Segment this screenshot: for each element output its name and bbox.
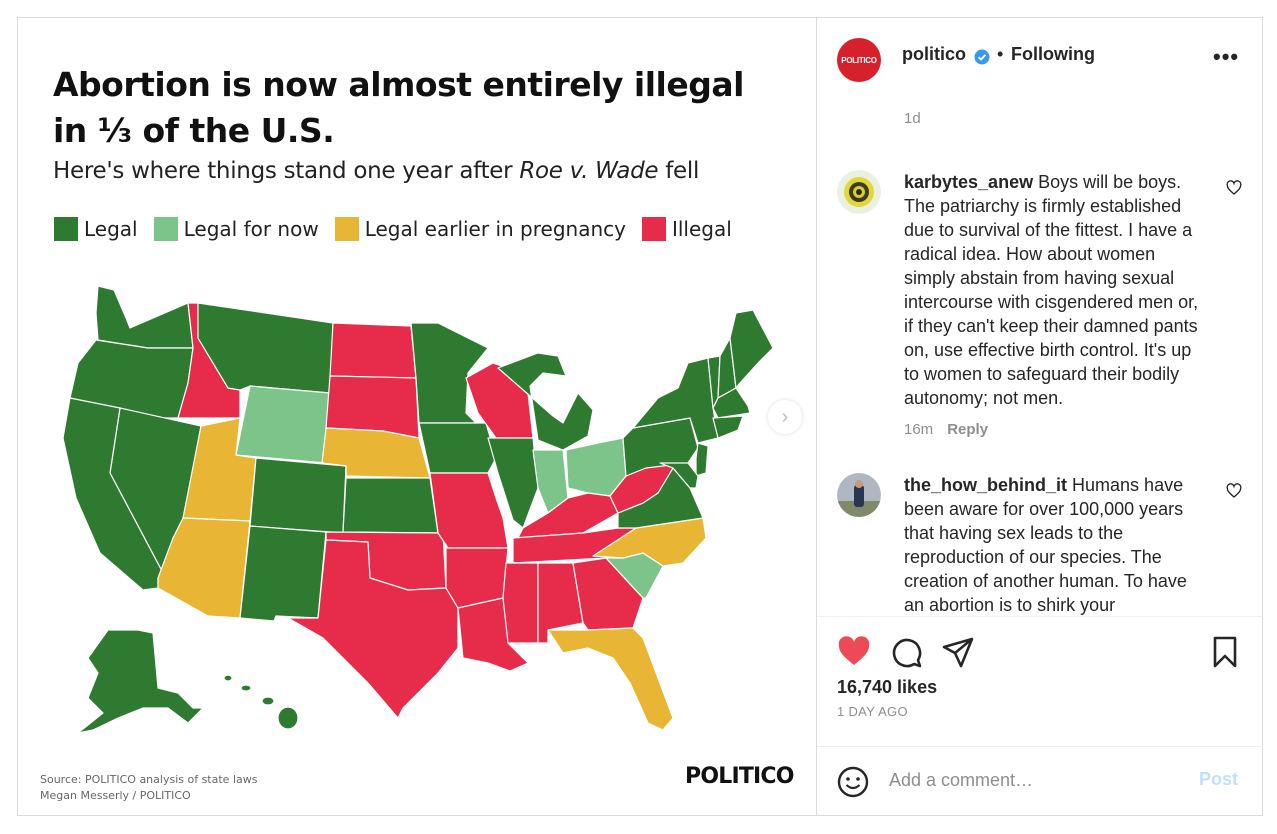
byline: Megan Messerly / POLITICO	[40, 789, 191, 802]
post-header: POLITICO politico • Following •••	[817, 18, 1263, 98]
post-comment-button[interactable]: Post	[1199, 769, 1238, 790]
verified-badge-icon	[974, 49, 990, 65]
state-hawaii-big-island	[277, 706, 299, 730]
state-new-jersey	[695, 442, 709, 477]
emoji-smile-icon[interactable]	[837, 766, 869, 798]
state-north-dakota	[329, 322, 417, 379]
like-count[interactable]: 16,740 likes	[837, 677, 937, 698]
state-missouri	[429, 472, 509, 549]
avatar[interactable]	[837, 170, 881, 214]
comment-bubble-icon[interactable]	[889, 635, 923, 669]
politico-logo: POLITICO	[685, 764, 794, 789]
comment-text: Boys will be boys. The patriarchy is fir…	[904, 172, 1199, 408]
avatar-text: POLITICO	[841, 55, 877, 65]
commenter-avatar-image	[837, 170, 881, 214]
state-connecticut	[712, 415, 744, 439]
add-comment-bar: Post	[817, 746, 1263, 815]
source-line: Source: POLITICO analysis of state laws	[40, 773, 258, 786]
graphic-source: Source: POLITICO analysis of state laws …	[40, 772, 257, 804]
state-hawaii-maui	[261, 696, 275, 706]
commenter-avatar-image	[837, 473, 881, 517]
like-heart-icon[interactable]	[837, 635, 871, 669]
post-timestamp: 1 DAY AGO	[837, 704, 908, 719]
comment-meta: 16m Reply	[904, 418, 1204, 442]
post-actions: 16,740 likes 1 DAY AGO	[817, 616, 1263, 746]
comment-body: karbytes_anew Boys will be boys. The pat…	[904, 170, 1204, 442]
post-image[interactable]: Abortion is now almost entirely illegal …	[18, 18, 816, 815]
share-send-icon[interactable]	[941, 635, 975, 669]
comments-list[interactable]: 1d karbytes_anew Boys will be boys. The …	[817, 98, 1263, 616]
comment-time: 16m	[904, 421, 934, 438]
comment-like-heart-icon[interactable]	[1226, 180, 1242, 196]
state-hawaii-kauai	[223, 674, 233, 682]
state-alaska	[77, 629, 204, 734]
post-age-short: 1d	[904, 110, 921, 127]
comment-username[interactable]: karbytes_anew	[904, 172, 1033, 192]
following-button[interactable]: Following	[1011, 44, 1095, 65]
post-sidebar: POLITICO politico • Following ••• 1d kar…	[816, 18, 1263, 815]
avatar[interactable]: POLITICO	[837, 38, 881, 82]
comment-like-heart-icon[interactable]	[1226, 483, 1242, 499]
comment-body: the_how_behind_it Humans have been aware…	[904, 473, 1204, 616]
bookmark-icon[interactable]	[1208, 635, 1242, 669]
chevron-right-icon: ›	[781, 405, 789, 428]
state-kansas	[342, 477, 439, 534]
instagram-post: Abortion is now almost entirely illegal …	[17, 17, 1263, 816]
state-colorado	[249, 457, 347, 534]
more-options-icon[interactable]: •••	[1213, 44, 1239, 70]
state-iowa	[418, 422, 497, 474]
comment-input[interactable]	[889, 765, 1179, 795]
reply-button[interactable]: Reply	[947, 421, 988, 438]
post-username[interactable]: politico	[902, 44, 966, 65]
comment-username[interactable]: the_how_behind_it	[904, 475, 1067, 495]
state-hawaii-oahu	[240, 684, 252, 692]
state-mississippi	[502, 562, 539, 644]
separator-dot: •	[997, 44, 1004, 64]
state-washington	[95, 285, 194, 349]
state-new-mexico	[239, 525, 327, 622]
avatar[interactable]	[837, 473, 881, 517]
next-image-button[interactable]: ›	[768, 400, 802, 434]
state-maine	[729, 309, 774, 389]
state-wyoming	[235, 385, 331, 464]
state-florida	[547, 627, 674, 731]
comment-text: Humans have been aware for over 100,000 …	[904, 475, 1187, 615]
us-states-map	[62, 285, 774, 734]
